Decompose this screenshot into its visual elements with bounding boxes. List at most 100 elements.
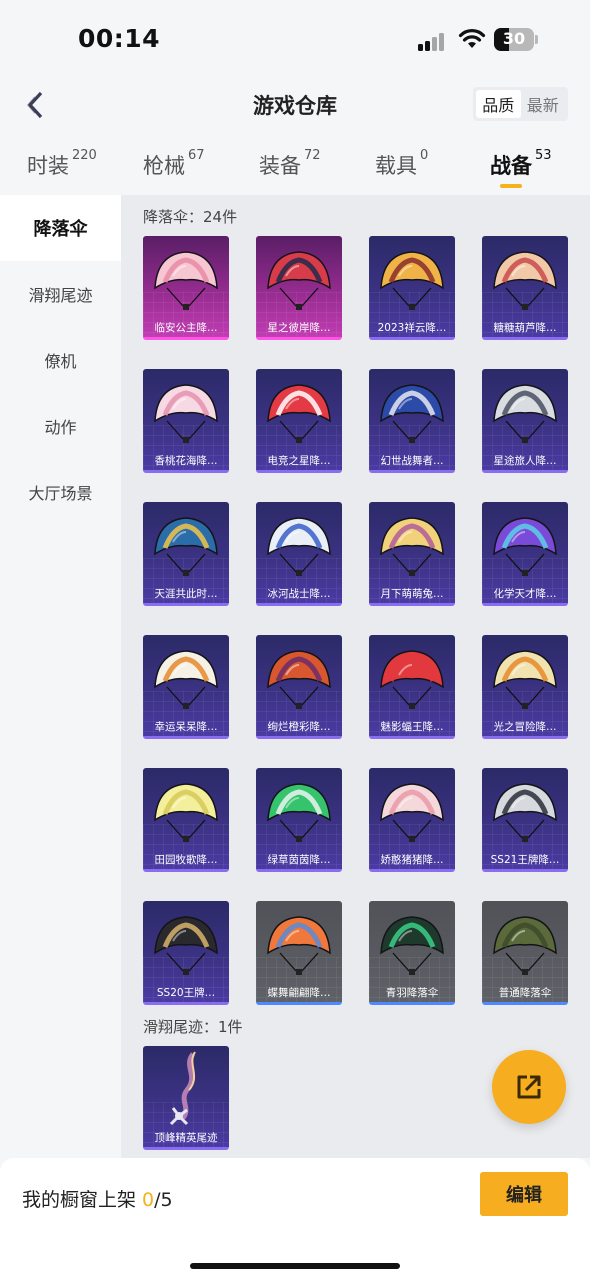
- item-name: 娇憨猪猪降…: [380, 854, 444, 866]
- tab-equipment[interactable]: 装备 72: [259, 148, 321, 180]
- piggy-canopy-icon: [380, 783, 444, 842]
- battery-level: 30: [502, 29, 526, 48]
- wifi-icon: [458, 29, 486, 48]
- tab-weapons[interactable]: 枪械 67: [143, 148, 205, 180]
- peach-blossom-canopy-icon: [154, 384, 218, 443]
- item-card[interactable]: 香桃花海降…: [143, 369, 229, 473]
- item-card[interactable]: 星途旅人降…: [482, 369, 568, 473]
- item-card[interactable]: 绿草茵茵降…: [256, 768, 342, 872]
- item-card[interactable]: 月下萌萌兔…: [369, 502, 455, 606]
- item-card[interactable]: 幸运呆呆降…: [143, 635, 229, 739]
- item-grid: 降落伞：24件 滑翔尾迹：1件 临安公主降… 星之彼岸降… 2023祥云降… 糖糖葫芦…: [121, 195, 590, 1158]
- item-name: 冰河战士降…: [267, 588, 331, 600]
- item-card[interactable]: 蝶舞翩翩降…: [256, 901, 342, 1005]
- showcase-current-count: 0: [142, 1189, 155, 1211]
- green-canopy-icon: [267, 783, 331, 842]
- item-name: 临安公主降…: [154, 322, 218, 334]
- item-card[interactable]: 普通降落伞: [482, 901, 568, 1005]
- item-name: SS20王牌…: [156, 987, 216, 999]
- item-name: 幻世战舞者…: [380, 455, 444, 467]
- item-card[interactable]: 天涯共此时…: [143, 502, 229, 606]
- item-name: 幸运呆呆降…: [154, 721, 218, 733]
- item-name: 星途旅人降…: [493, 455, 557, 467]
- white-blue-canopy-icon: [267, 517, 331, 576]
- item-card[interactable]: 光之冒险降…: [482, 635, 568, 739]
- item-card[interactable]: 青羽降落伞: [369, 901, 455, 1005]
- tab-count: 72: [304, 148, 321, 163]
- showcase-label: 我的橱窗上架 0/5: [22, 1189, 173, 1211]
- red-round-canopy-icon: [380, 650, 444, 709]
- item-card[interactable]: 2023祥云降…: [369, 236, 455, 340]
- cellular-signal-icon: [418, 31, 448, 51]
- item-name: 天涯共此时…: [154, 588, 218, 600]
- item-card[interactable]: 娇憨猪猪降…: [369, 768, 455, 872]
- candy-canopy-icon: [493, 251, 557, 310]
- red-esports-canopy-icon: [267, 384, 331, 443]
- share-icon: [517, 1075, 541, 1099]
- status-time: 00:14: [78, 24, 161, 53]
- item-card[interactable]: 魅影蝠王降…: [369, 635, 455, 739]
- item-card[interactable]: SS21王牌降…: [482, 768, 568, 872]
- item-card[interactable]: 冰河战士降…: [256, 502, 342, 606]
- item-card[interactable]: 临安公主降…: [143, 236, 229, 340]
- section-title-trails: 滑翔尾迹：1件: [143, 1018, 243, 1036]
- item-name: 光之冒险降…: [493, 721, 557, 733]
- sidebar-item-emote[interactable]: 动作: [0, 393, 121, 459]
- sort-newest-button[interactable]: 最新: [521, 90, 566, 118]
- section-title-parachutes: 降落伞：24件: [143, 208, 238, 226]
- item-name: 月下萌萌兔…: [380, 588, 444, 600]
- title-bar: 游戏仓库 品质 最新: [0, 80, 590, 130]
- pink-floral-canopy-icon: [154, 251, 218, 310]
- item-card[interactable]: SS20王牌…: [143, 901, 229, 1005]
- tab-count: 67: [188, 148, 205, 163]
- sidebar-item-parachute[interactable]: 降落伞: [0, 195, 121, 261]
- item-card[interactable]: 化学天才降…: [482, 502, 568, 606]
- item-name: 星之彼岸降…: [267, 322, 331, 334]
- showcase-bar: 我的橱窗上架 0/5 编辑: [0, 1158, 590, 1280]
- round-traveler-canopy-icon: [493, 384, 557, 443]
- item-name: SS21王牌降…: [490, 854, 560, 866]
- home-indicator: [190, 1263, 400, 1269]
- sidebar-item-wingman[interactable]: 僚机: [0, 327, 121, 393]
- item-name: 蝶舞翩翩降…: [267, 987, 331, 999]
- share-button[interactable]: [492, 1050, 566, 1124]
- active-tab-indicator: [500, 184, 522, 188]
- tab-vehicles[interactable]: 载具 0: [375, 148, 429, 180]
- tab-fashion[interactable]: 时装 220: [27, 148, 97, 180]
- item-card[interactable]: 田园牧歌降…: [143, 768, 229, 872]
- butterfly-canopy-icon: [267, 916, 331, 975]
- sidebar-item-glide-trail[interactable]: 滑翔尾迹: [0, 261, 121, 327]
- subcategory-sidebar: 降落伞 滑翔尾迹 僚机 动作 大厅场景: [0, 195, 121, 1158]
- tab-count: 53: [535, 148, 552, 163]
- item-name: 香桃花海降…: [154, 455, 218, 467]
- item-name: 绚烂橙彩降…: [267, 721, 331, 733]
- tab-count: 0: [420, 148, 429, 163]
- item-name: 田园牧歌降…: [154, 854, 218, 866]
- sort-toggle: 品质 最新: [473, 87, 568, 121]
- item-name: 普通降落伞: [498, 987, 552, 999]
- golden-cloud-canopy-icon: [380, 251, 444, 310]
- purple-chem-canopy-icon: [493, 517, 557, 576]
- edit-button[interactable]: 编辑: [480, 1172, 568, 1216]
- lucky-canopy-icon: [154, 650, 218, 709]
- item-name: 2023祥云降…: [377, 322, 447, 334]
- sort-quality-button[interactable]: 品质: [476, 90, 521, 118]
- item-card[interactable]: 电竞之星降…: [256, 369, 342, 473]
- item-name: 青羽降落伞: [385, 987, 439, 999]
- category-tabs: 时装 220 枪械 67 装备 72 载具 0 战备 53: [0, 140, 590, 192]
- item-name: 糖糖葫芦降…: [493, 322, 557, 334]
- teal-moon-canopy-icon: [154, 517, 218, 576]
- bunny-canopy-icon: [380, 517, 444, 576]
- sidebar-item-lobby-scene[interactable]: 大厅场景: [0, 459, 121, 525]
- item-name: 电竞之星降…: [267, 455, 331, 467]
- ss20-canopy-icon: [154, 916, 218, 975]
- light-adventure-canopy-icon: [493, 650, 557, 709]
- tab-combat-gear[interactable]: 战备 53: [490, 148, 552, 180]
- item-name: 顶峰精英尾迹: [154, 1132, 218, 1144]
- item-card[interactable]: 顶峰精英尾迹: [143, 1046, 229, 1150]
- ss21-canopy-icon: [493, 783, 557, 842]
- item-card[interactable]: 星之彼岸降…: [256, 236, 342, 340]
- item-card[interactable]: 幻世战舞者…: [369, 369, 455, 473]
- item-card[interactable]: 绚烂橙彩降…: [256, 635, 342, 739]
- item-card[interactable]: 糖糖葫芦降…: [482, 236, 568, 340]
